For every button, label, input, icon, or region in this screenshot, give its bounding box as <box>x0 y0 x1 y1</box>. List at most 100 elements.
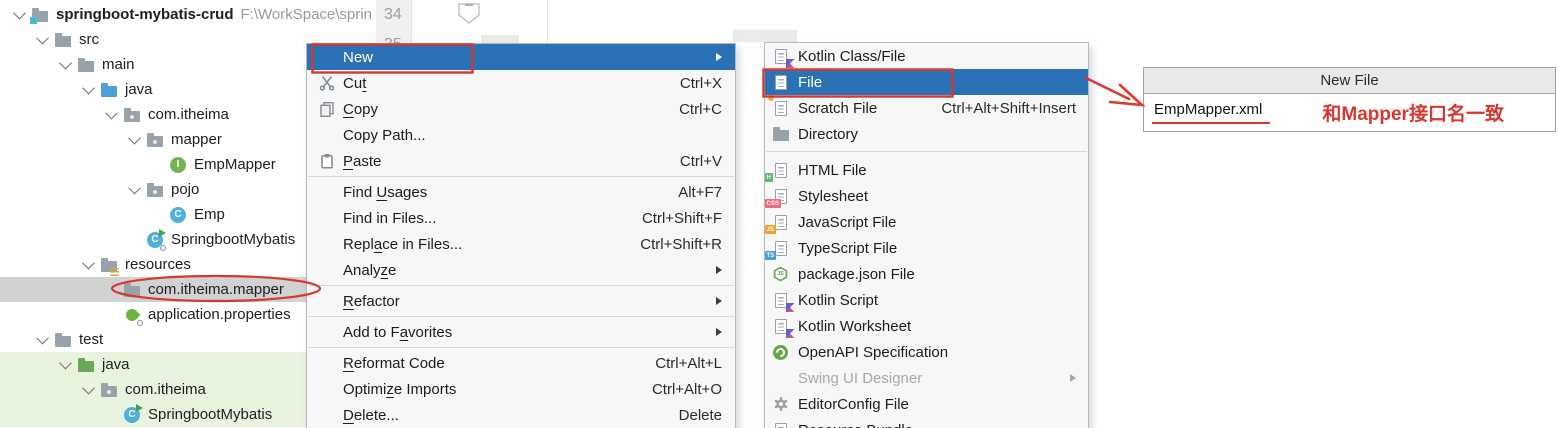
menu-item-cut[interactable]: Cut Ctrl+X <box>307 70 735 96</box>
folder-resources-icon <box>99 256 119 276</box>
tree-row-springbootmybatis[interactable]: C SpringbootMybatis <box>0 227 306 252</box>
chevron-down-icon[interactable] <box>123 181 145 195</box>
menu-item-kotlin-worksheet[interactable]: Kotlin Worksheet <box>765 313 1088 339</box>
menu-shortcut: Ctrl+Alt+L <box>655 354 722 372</box>
menu-item-html-file[interactable]: H HTML File <box>764 157 1088 183</box>
chevron-down-icon[interactable] <box>77 256 99 270</box>
menu-item-optimize-imports[interactable]: Optimize Imports Ctrl+Alt+O <box>307 376 735 402</box>
tree-item-label: EmpMapper <box>194 156 276 173</box>
editor-fold-marker-icon[interactable] <box>456 2 482 31</box>
menu-item-refactor[interactable]: Refactor <box>307 288 735 314</box>
menu-shortcut: Ctrl+X <box>679 74 722 92</box>
menu-item-analyze[interactable]: Analyze <box>307 257 735 283</box>
chevron-down-icon[interactable] <box>54 56 76 70</box>
tree-row-springboot-mybatis-crud[interactable]: springboot-mybatis-crud F:\WorkSpace\spri… <box>0 2 372 27</box>
menu-item-add-to-favorites[interactable]: Add to Favorites <box>307 319 735 345</box>
menu-item-openapi-specification[interactable]: OpenAPI Specification <box>765 339 1088 365</box>
chevron-down-icon[interactable] <box>31 31 53 45</box>
tree-row-java[interactable]: java <box>0 77 306 102</box>
tree-row-pojo[interactable]: pojo <box>0 177 306 202</box>
tree-item-label: pojo <box>171 181 200 198</box>
gear-icon-slot <box>771 395 794 413</box>
chevron-down-icon[interactable] <box>77 381 99 395</box>
class-icon: C <box>168 206 188 224</box>
menu-item-label: package.json File <box>798 265 915 283</box>
menu-item-delete[interactable]: Delete... Delete <box>307 402 735 428</box>
chevron-down-icon[interactable] <box>100 106 122 120</box>
menu-item-javascript-file[interactable]: JS JavaScript File <box>764 209 1088 235</box>
menu-item-find-usages[interactable]: Find Usages Alt+F7 <box>307 179 735 205</box>
gear-icon <box>771 395 791 413</box>
menu-item-stylesheet[interactable]: CSS Stylesheet <box>764 183 1088 209</box>
menu-shortcut: Ctrl+Alt+O <box>651 380 722 398</box>
tree-row-src[interactable]: src <box>0 27 306 52</box>
openapi-icon <box>771 343 791 361</box>
tree-item-label: springboot-mybatis-crud <box>56 6 234 23</box>
menu-item-directory[interactable]: Directory <box>765 121 1088 147</box>
menu-item-label: Reformat Code <box>343 354 445 372</box>
menu-item-copy-path[interactable]: Copy Path... <box>307 122 735 148</box>
folder-java-icon <box>99 81 119 99</box>
menu-item-label: HTML File <box>798 161 867 179</box>
menu-item-paste[interactable]: Paste Ctrl+V <box>307 148 735 174</box>
new-file-dialog: New File EmpMapper.xml 和Mapper接口名一致 <box>1143 67 1556 132</box>
menu-item-scratch-file[interactable]: Scratch File Ctrl+Alt+Shift+Insert <box>765 95 1088 121</box>
menu-item-typescript-file[interactable]: TS TypeScript File <box>764 235 1088 261</box>
menu-item-resource-bundle[interactable]: Resource Bundle <box>765 417 1088 428</box>
menu-item-label: Kotlin Script <box>798 291 879 309</box>
menu-item-copy[interactable]: Copy Ctrl+C <box>307 96 735 122</box>
menu-item-label: Analyze <box>343 261 397 279</box>
spring-properties-icon <box>122 306 143 326</box>
tree-row-com-itheima-mapper[interactable]: com.itheima.mapper <box>0 277 306 302</box>
menu-item-label: OpenAPI Specification <box>798 343 949 361</box>
tree-row-emp[interactable]: C Emp <box>0 202 306 227</box>
menu-item-label: Paste <box>343 152 382 170</box>
chevron-down-icon[interactable] <box>77 81 99 95</box>
tree-row-com-itheima[interactable]: com.itheima <box>0 102 306 127</box>
tree-row-test[interactable]: test <box>0 327 306 352</box>
menu-shortcut: Ctrl+Shift+F <box>641 209 722 227</box>
kotlin-icon <box>771 47 795 68</box>
chevron-down-icon[interactable] <box>54 356 76 370</box>
menu-item-replace-in-files[interactable]: Replace in Files... Ctrl+Shift+R <box>307 231 735 257</box>
menu-shortcut: Ctrl+Shift+R <box>640 235 722 253</box>
tree-row-empmapper[interactable]: I EmpMapper <box>0 152 306 177</box>
submenu-arrow-icon <box>716 297 722 305</box>
chevron-down-icon[interactable] <box>8 6 30 20</box>
tree-item-label: java <box>102 356 130 373</box>
menu-item-reformat-code[interactable]: Reformat Code Ctrl+Alt+L <box>307 350 735 376</box>
menu-item-label: Stylesheet <box>798 187 869 205</box>
new-submenu: Kotlin Class/File File Scratch File Ctrl+Al… <box>764 42 1089 428</box>
test-class-icon: C <box>122 403 143 424</box>
ts-icon-slot: TS <box>764 239 794 260</box>
tree-row-resources[interactable]: resources <box>0 252 306 277</box>
menu-item-file[interactable]: File <box>765 69 1088 95</box>
menu-item-editorconfig-file[interactable]: EditorConfig File <box>765 391 1088 417</box>
menu-item-label: JavaScript File <box>798 213 897 231</box>
chevron-down-icon[interactable] <box>31 331 53 345</box>
menu-item-kotlin-class-file[interactable]: Kotlin Class/File <box>765 43 1088 69</box>
project-path: F:\WorkSpace\sprin <box>240 6 372 23</box>
tree-row-application-properties[interactable]: application.properties <box>0 302 306 327</box>
tree-item-label: SpringbootMybatis <box>171 231 296 248</box>
tree-row-mapper[interactable]: mapper <box>0 127 306 152</box>
menu-item-label: File <box>798 73 823 91</box>
menu-item-kotlin-script[interactable]: Kotlin Script <box>765 287 1088 313</box>
menu-item-new[interactable]: New <box>307 44 735 70</box>
tree-row-java[interactable]: java <box>0 352 306 377</box>
tree-row-springbootmybatis[interactable]: C SpringbootMybatis <box>0 402 306 427</box>
menu-item-find-in-files[interactable]: Find in Files... Ctrl+Shift+F <box>307 205 735 231</box>
kotlin-icon-slot <box>771 47 795 68</box>
menu-shortcut: Ctrl+V <box>679 152 722 170</box>
folder-icon <box>76 56 96 74</box>
menu-separator <box>307 314 735 319</box>
ts-icon: TS <box>764 239 791 260</box>
filename-input[interactable]: EmpMapper.xml <box>1152 101 1271 124</box>
context-menu: New Cut Ctrl+X Copy Ctrl+C Copy Path... Paste C… <box>306 43 736 428</box>
tree-row-com-itheima[interactable]: com.itheima <box>0 377 306 402</box>
menu-item-package-json-file[interactable]: JS package.json File <box>765 261 1088 287</box>
tree-item-label: test <box>79 331 104 348</box>
menu-item-label: Optimize Imports <box>343 380 457 398</box>
tree-row-main[interactable]: main <box>0 52 306 77</box>
chevron-down-icon[interactable] <box>123 131 145 145</box>
